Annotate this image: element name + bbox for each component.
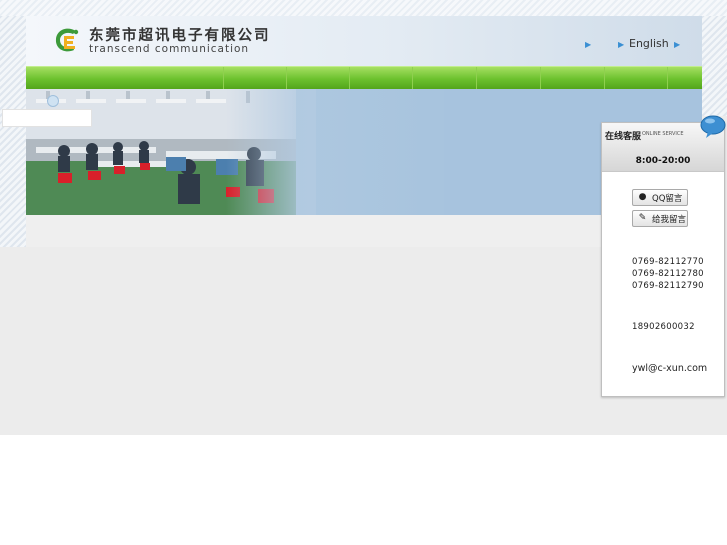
nav-item-1[interactable] bbox=[26, 67, 223, 89]
pen-icon: ✎ bbox=[638, 213, 647, 223]
email-address[interactable]: ywl@c-xun.com bbox=[632, 363, 707, 374]
leave-message-button[interactable]: ✎ 给我留言 bbox=[632, 210, 688, 227]
nav-item-5[interactable] bbox=[412, 67, 476, 89]
nav-item-4[interactable] bbox=[349, 67, 412, 89]
english-link[interactable]: English bbox=[629, 37, 669, 50]
arrow-right-icon: ▶ bbox=[585, 40, 592, 49]
nav-item-7[interactable] bbox=[540, 67, 604, 89]
mobile-number: 18902600032 bbox=[632, 322, 695, 332]
phone-number: 0769-82112790 bbox=[632, 281, 704, 291]
main-nav bbox=[26, 66, 702, 89]
phone-number: 0769-82112780 bbox=[632, 269, 704, 279]
banner-fade bbox=[226, 89, 316, 215]
nav-item-6[interactable] bbox=[476, 67, 540, 89]
search-box[interactable] bbox=[2, 109, 92, 127]
qq-penguin-icon: ● bbox=[638, 192, 647, 202]
right-stripe-band bbox=[702, 16, 727, 116]
site-header: 东莞市超讯电子有限公司 transcend communication ▶ ▶ … bbox=[26, 16, 702, 67]
top-stripe-band bbox=[0, 0, 727, 16]
nav-item-2[interactable] bbox=[223, 67, 286, 89]
dragon-logo-icon[interactable] bbox=[52, 25, 82, 55]
arrow-right-icon: ▶ bbox=[618, 40, 625, 49]
nav-item-9[interactable] bbox=[667, 67, 702, 89]
company-name-cn: 东莞市超讯电子有限公司 bbox=[89, 28, 271, 44]
arrow-right-icon: ▶ bbox=[674, 40, 681, 49]
globe-icon bbox=[47, 95, 59, 107]
service-hours: 8:00-20:00 bbox=[635, 156, 691, 166]
phone-number: 0769-82112770 bbox=[632, 257, 704, 267]
qq-message-button[interactable]: ● QQ留言 bbox=[632, 189, 688, 206]
service-title-cn: 在线客服 bbox=[605, 132, 642, 142]
company-name-en: transcend communication bbox=[89, 43, 250, 55]
nav-item-3[interactable] bbox=[286, 67, 349, 89]
message-button-label: 给我留言 bbox=[652, 215, 687, 225]
nav-item-8[interactable] bbox=[604, 67, 667, 89]
left-stripe-band bbox=[0, 16, 26, 247]
qq-button-label: QQ留言 bbox=[652, 194, 683, 204]
chat-bubble-icon bbox=[700, 115, 726, 138]
online-service-panel: 在线客服 ONLINE SERVICE 8:00-20:00 ● QQ留言 ✎ … bbox=[601, 115, 726, 397]
service-title-en: ONLINE SERVICE bbox=[642, 131, 684, 137]
